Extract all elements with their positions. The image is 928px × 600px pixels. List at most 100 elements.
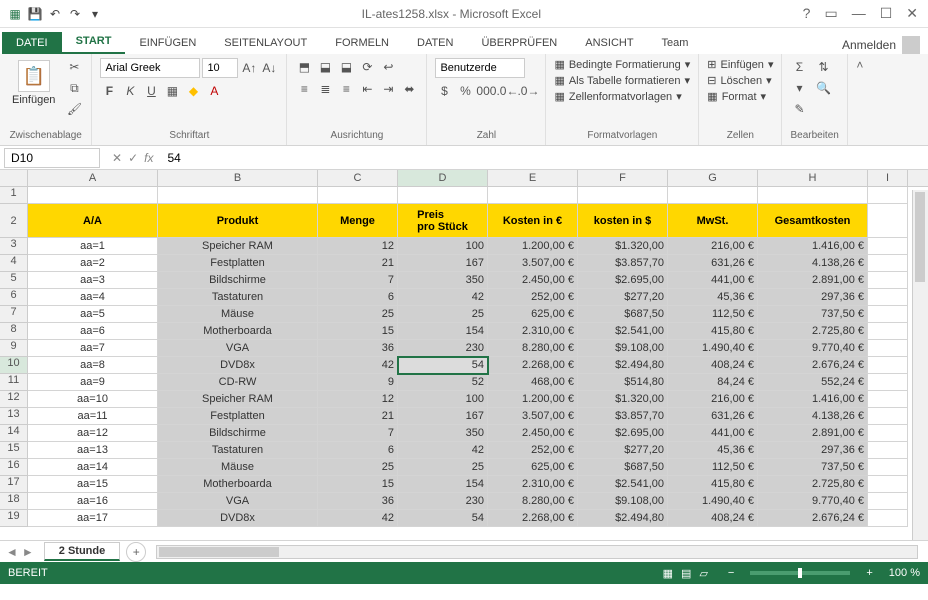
currency-icon[interactable]: $: [435, 82, 453, 100]
cell[interactable]: 54: [398, 510, 488, 527]
cell[interactable]: [868, 340, 908, 357]
cell[interactable]: aa=6: [28, 323, 158, 340]
cell[interactable]: A/A: [28, 204, 158, 238]
zoom-out-icon[interactable]: −: [728, 567, 734, 579]
cell[interactable]: 350: [398, 425, 488, 442]
cell[interactable]: 25: [398, 306, 488, 323]
minimize-icon[interactable]: —: [852, 5, 866, 22]
cell[interactable]: 2.310,00 €: [488, 323, 578, 340]
cell[interactable]: 6: [318, 442, 398, 459]
wrap-text-icon[interactable]: ↩: [379, 58, 397, 76]
row-header[interactable]: 9: [0, 340, 28, 357]
cell[interactable]: 42: [318, 357, 398, 374]
font-name-input[interactable]: [100, 58, 200, 78]
indent-inc-icon[interactable]: ⇥: [379, 80, 397, 98]
cell[interactable]: 15: [318, 476, 398, 493]
cell[interactable]: [488, 187, 578, 204]
merge-icon[interactable]: ⬌: [400, 80, 418, 98]
cell[interactable]: 297,36 €: [758, 289, 868, 306]
tab-start[interactable]: START: [62, 30, 126, 54]
cell[interactable]: 1.490,40 €: [668, 493, 758, 510]
cell[interactable]: [868, 374, 908, 391]
cell[interactable]: 1.490,40 €: [668, 340, 758, 357]
cell[interactable]: 2.891,00 €: [758, 425, 868, 442]
cell[interactable]: Festplatten: [158, 408, 318, 425]
cell[interactable]: $2.695,00: [578, 425, 668, 442]
cell[interactable]: Kosten in €: [488, 204, 578, 238]
cell[interactable]: 84,24 €: [668, 374, 758, 391]
ribbon-options-icon[interactable]: ▭: [824, 5, 837, 22]
cell[interactable]: 631,26 €: [668, 408, 758, 425]
col-header-E[interactable]: E: [488, 170, 578, 186]
tab-formeln[interactable]: FORMELN: [321, 32, 403, 54]
tab-ansicht[interactable]: ANSICHT: [571, 32, 647, 54]
cell[interactable]: [868, 391, 908, 408]
cell[interactable]: 252,00 €: [488, 442, 578, 459]
cell[interactable]: 2.450,00 €: [488, 272, 578, 289]
row-header[interactable]: 17: [0, 476, 28, 493]
cell[interactable]: aa=3: [28, 272, 158, 289]
cell[interactable]: 2.450,00 €: [488, 425, 578, 442]
percent-icon[interactable]: %: [456, 82, 474, 100]
sheet-tab-active[interactable]: 2 Stunde: [44, 542, 120, 561]
cell[interactable]: $2.541,00: [578, 323, 668, 340]
cell[interactable]: [318, 187, 398, 204]
row-header[interactable]: 8: [0, 323, 28, 340]
cell[interactable]: [868, 272, 908, 289]
cell[interactable]: DVD8x: [158, 510, 318, 527]
cell[interactable]: 737,50 €: [758, 459, 868, 476]
cell[interactable]: Menge: [318, 204, 398, 238]
cell[interactable]: 1.200,00 €: [488, 238, 578, 255]
col-header-F[interactable]: F: [578, 170, 668, 186]
cell[interactable]: Bildschirme: [158, 425, 318, 442]
row-header[interactable]: 4: [0, 255, 28, 272]
cell[interactable]: 36: [318, 340, 398, 357]
cell[interactable]: 2.268,00 €: [488, 510, 578, 527]
cell[interactable]: aa=5: [28, 306, 158, 323]
cell[interactable]: [868, 459, 908, 476]
cell[interactable]: aa=10: [28, 391, 158, 408]
conditional-formatting-button[interactable]: ▦Bedingte Formatierung ▾: [554, 58, 690, 71]
cell[interactable]: $2.541,00: [578, 476, 668, 493]
cell[interactable]: Motherboarda: [158, 323, 318, 340]
cell[interactable]: 112,50 €: [668, 459, 758, 476]
bold-icon[interactable]: F: [100, 82, 118, 100]
cell[interactable]: [28, 187, 158, 204]
cell[interactable]: $277,20: [578, 442, 668, 459]
cell[interactable]: [868, 289, 908, 306]
cell[interactable]: 468,00 €: [488, 374, 578, 391]
col-header-D[interactable]: D: [398, 170, 488, 186]
cell[interactable]: 52: [398, 374, 488, 391]
view-pagebreak-icon[interactable]: ▱: [699, 567, 707, 580]
help-icon[interactable]: ?: [803, 5, 811, 22]
row-header[interactable]: 11: [0, 374, 28, 391]
col-header-C[interactable]: C: [318, 170, 398, 186]
cell[interactable]: $687,50: [578, 306, 668, 323]
cut-icon[interactable]: ✂: [65, 58, 83, 76]
row-header[interactable]: 14: [0, 425, 28, 442]
cell[interactable]: 441,00 €: [668, 425, 758, 442]
cell[interactable]: aa=16: [28, 493, 158, 510]
cell[interactable]: $2.494,80: [578, 357, 668, 374]
view-layout-icon[interactable]: ▤: [681, 567, 691, 580]
cell[interactable]: [868, 306, 908, 323]
cell[interactable]: 4.138,26 €: [758, 255, 868, 272]
align-right-icon[interactable]: ≡: [337, 80, 355, 98]
fill-icon[interactable]: ▾: [790, 79, 808, 97]
cancel-formula-icon[interactable]: ✕: [112, 151, 122, 165]
row-header[interactable]: 12: [0, 391, 28, 408]
formula-input[interactable]: [161, 149, 928, 167]
redo-icon[interactable]: ↷: [66, 5, 84, 23]
insert-cells-button[interactable]: ⊞Einfügen ▾: [707, 58, 773, 71]
cell[interactable]: 3.507,00 €: [488, 408, 578, 425]
row-header[interactable]: 10: [0, 357, 28, 374]
cell[interactable]: aa=4: [28, 289, 158, 306]
row-header[interactable]: 13: [0, 408, 28, 425]
cell[interactable]: 167: [398, 255, 488, 272]
cell[interactable]: CD-RW: [158, 374, 318, 391]
cell[interactable]: 1.200,00 €: [488, 391, 578, 408]
cell[interactable]: [868, 476, 908, 493]
cell[interactable]: [668, 187, 758, 204]
row-header[interactable]: 5: [0, 272, 28, 289]
cell[interactable]: 408,24 €: [668, 357, 758, 374]
